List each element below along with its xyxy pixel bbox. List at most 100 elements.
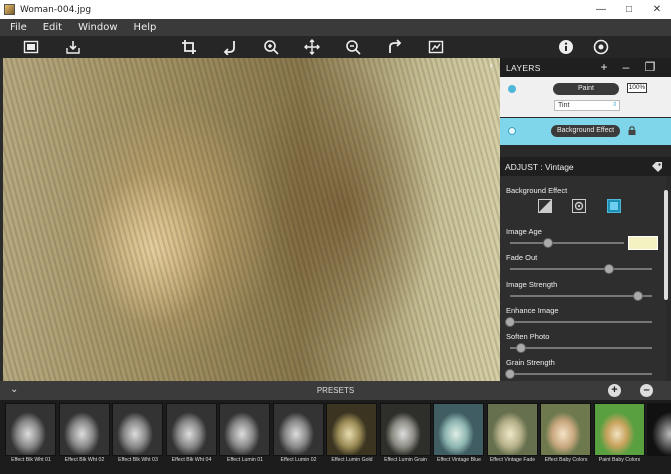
blend-mode-select[interactable]: Tint ⇕ xyxy=(554,100,620,111)
add-preset-icon[interactable]: + xyxy=(608,384,621,397)
adjust-header: ADJUST : Vintage xyxy=(500,157,671,176)
slider-label: Image Strength xyxy=(506,280,558,289)
preset-thumbnail[interactable] xyxy=(379,403,431,456)
open-image-icon[interactable] xyxy=(22,38,40,56)
minimize-icon[interactable]: — xyxy=(587,0,615,19)
redo-icon[interactable] xyxy=(386,38,404,56)
crop-icon[interactable] xyxy=(180,38,198,56)
menu-help[interactable]: Help xyxy=(126,19,165,36)
slider-label: Grain Strength xyxy=(506,358,555,367)
layer-paint[interactable]: Paint 100% Tint ⇕ xyxy=(500,77,671,117)
save-tray-icon[interactable] xyxy=(64,38,82,56)
info-icon[interactable] xyxy=(557,38,575,56)
zoom-in-icon[interactable] xyxy=(262,38,280,56)
preset-label: Effect Vintage Blue xyxy=(437,457,481,463)
preset-label: Effect Lumin 01 xyxy=(227,457,263,463)
preset-thumbnail[interactable] xyxy=(326,403,377,456)
grain-strength-slider[interactable] xyxy=(505,369,652,379)
preset-thumbnail[interactable] xyxy=(112,403,163,456)
preset-preview-image xyxy=(380,404,430,455)
preset-label: Paint Baby Colors xyxy=(598,457,641,463)
slider-label: Fade Out xyxy=(506,253,538,262)
move-icon[interactable] xyxy=(303,38,321,56)
preset-thumbnail[interactable] xyxy=(219,403,270,456)
remove-layer-icon[interactable]: – xyxy=(620,61,632,73)
preset-preview-image xyxy=(273,404,323,455)
radial-effect-icon[interactable] xyxy=(572,199,586,213)
menu-edit[interactable]: Edit xyxy=(35,19,70,36)
preset-tag-icon[interactable] xyxy=(651,161,663,172)
adjust-scrollbar[interactable] xyxy=(664,190,668,300)
slider-label: Enhance Image xyxy=(506,306,559,315)
soften-photo-slider[interactable] xyxy=(510,343,652,353)
preset-label: Effect Blk Wht 03 xyxy=(118,457,158,463)
export-image-icon[interactable] xyxy=(427,38,445,56)
adjust-title: ADJUST : Vintage xyxy=(505,161,574,172)
side-panel: LAYERS + – ❐ Paint 100% Tint ⇕ Backgroun… xyxy=(500,58,671,381)
preset-thumbnail[interactable] xyxy=(433,403,484,456)
preset-label: Effect Vintage Fade xyxy=(489,457,536,463)
preset-thumbnail[interactable] xyxy=(593,403,645,456)
close-icon[interactable]: ✕ xyxy=(643,0,671,19)
slider-knob[interactable] xyxy=(516,343,527,353)
layer-visibility-dot[interactable] xyxy=(508,127,516,135)
slider-label: Soften Photo xyxy=(506,332,550,341)
preset-label: Effect Blk Wht 01 xyxy=(11,457,51,463)
presets-header: ⌄ PRESETS + – xyxy=(0,381,671,400)
layer-name[interactable]: Paint xyxy=(553,83,619,95)
remove-preset-icon[interactable]: – xyxy=(640,384,653,397)
full-effect-icon[interactable] xyxy=(607,199,621,213)
app-icon xyxy=(4,4,15,15)
slider-knob[interactable] xyxy=(505,317,515,327)
duplicate-layer-icon[interactable]: ❐ xyxy=(644,61,656,73)
layer-visibility-dot[interactable] xyxy=(508,85,516,93)
preset-label: Effect Baby Colors xyxy=(544,457,588,463)
chevron-right-icon[interactable]: › xyxy=(486,61,496,71)
gradient-effect-icon[interactable] xyxy=(538,199,552,213)
slider-knob[interactable] xyxy=(632,291,643,301)
preset-thumbnail[interactable] xyxy=(272,403,324,456)
window-controls: — □ ✕ xyxy=(587,0,671,19)
enhance-image-slider[interactable] xyxy=(505,317,652,327)
slider-knob[interactable] xyxy=(505,369,515,379)
preset-preview-image xyxy=(434,404,483,455)
preset-thumbnail[interactable] xyxy=(5,403,56,456)
adjust-controls: Background Effect Image Age Fade Out Ima… xyxy=(500,176,666,381)
preset-preview-image xyxy=(59,404,109,455)
presets-title: PRESETS xyxy=(316,386,355,395)
settings-icon[interactable] xyxy=(592,38,610,56)
undo-icon[interactable] xyxy=(221,38,239,56)
preset-thumbnail[interactable] xyxy=(540,403,591,456)
chevron-updown-icon: ⇕ xyxy=(611,102,617,108)
layer-background-effect[interactable]: Background Effect xyxy=(500,118,671,145)
menu-file[interactable]: File xyxy=(0,19,35,36)
preset-preview-image xyxy=(6,404,55,455)
image-canvas[interactable]: › xyxy=(3,58,500,381)
image-age-slider[interactable] xyxy=(510,238,624,248)
fade-out-slider[interactable] xyxy=(510,264,652,274)
layer-opacity[interactable]: 100% xyxy=(627,83,647,93)
maximize-icon[interactable]: □ xyxy=(615,0,643,19)
photo-texture xyxy=(3,58,500,381)
preset-preview-image xyxy=(166,404,216,455)
add-layer-icon[interactable]: + xyxy=(598,61,610,73)
background-effect-label: Background Effect xyxy=(506,186,568,195)
lock-icon[interactable] xyxy=(628,126,636,135)
zoom-out-icon[interactable] xyxy=(344,38,362,56)
preset-thumbnail[interactable] xyxy=(58,403,110,456)
slider-label: Image Age xyxy=(506,227,542,236)
slider-knob[interactable] xyxy=(604,264,615,274)
menu-window[interactable]: Window xyxy=(70,19,125,36)
preset-strip: Effect Blk Wht 01 Effect Blk Wht 02 Effect… xyxy=(0,400,671,474)
slider-knob[interactable] xyxy=(542,238,553,248)
preset-thumbnail[interactable] xyxy=(647,403,671,456)
color-swatch[interactable] xyxy=(628,236,658,250)
preset-label: Effect Blk Wht 04 xyxy=(171,457,212,463)
preset-thumbnail[interactable] xyxy=(165,403,217,456)
image-strength-slider[interactable] xyxy=(510,291,652,301)
layer-name[interactable]: Background Effect xyxy=(551,125,620,137)
preset-thumbnail[interactable] xyxy=(486,403,538,456)
preset-preview-image xyxy=(113,404,162,455)
preset-label: Effect Blk Wht 02 xyxy=(64,457,105,463)
layers-title: LAYERS xyxy=(506,62,541,73)
